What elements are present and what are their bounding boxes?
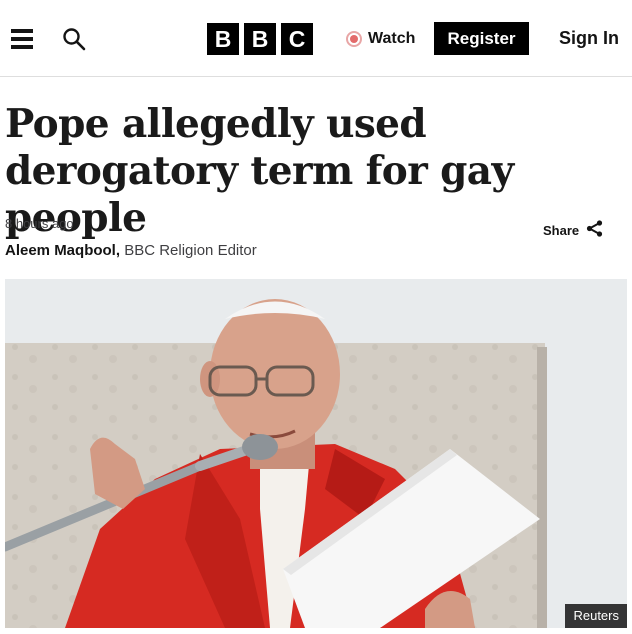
logo-letter: B <box>207 23 239 55</box>
watch-link[interactable]: Watch <box>346 27 415 51</box>
image-credit: Reuters <box>565 604 627 628</box>
article-byline: Aleem Maqbool, BBC Religion Editor <box>5 242 257 259</box>
author-role: BBC Religion Editor <box>124 242 257 259</box>
article-timestamp: 8 hours ago <box>5 216 74 231</box>
watch-label: Watch <box>368 30 416 47</box>
bbc-logo[interactable]: B B C <box>207 23 315 55</box>
search-icon[interactable] <box>62 27 86 51</box>
sign-in-link[interactable]: Sign In <box>559 26 619 50</box>
top-navigation-bar: B B C Watch Register Sign In <box>0 0 632 77</box>
register-button[interactable]: Register <box>434 22 529 55</box>
logo-letter: C <box>281 23 313 55</box>
logo-letter: B <box>244 23 276 55</box>
article-headline: Pope allegedly used derogatory term for … <box>5 101 514 241</box>
watch-live-icon <box>346 31 362 47</box>
share-label: Share <box>543 222 580 238</box>
share-button[interactable]: Share <box>543 220 603 240</box>
menu-icon[interactable] <box>11 29 33 49</box>
share-icon <box>586 220 603 240</box>
author-name[interactable]: Aleem Maqbool, <box>5 242 120 259</box>
hero-image[interactable]: Reuters <box>5 279 627 628</box>
